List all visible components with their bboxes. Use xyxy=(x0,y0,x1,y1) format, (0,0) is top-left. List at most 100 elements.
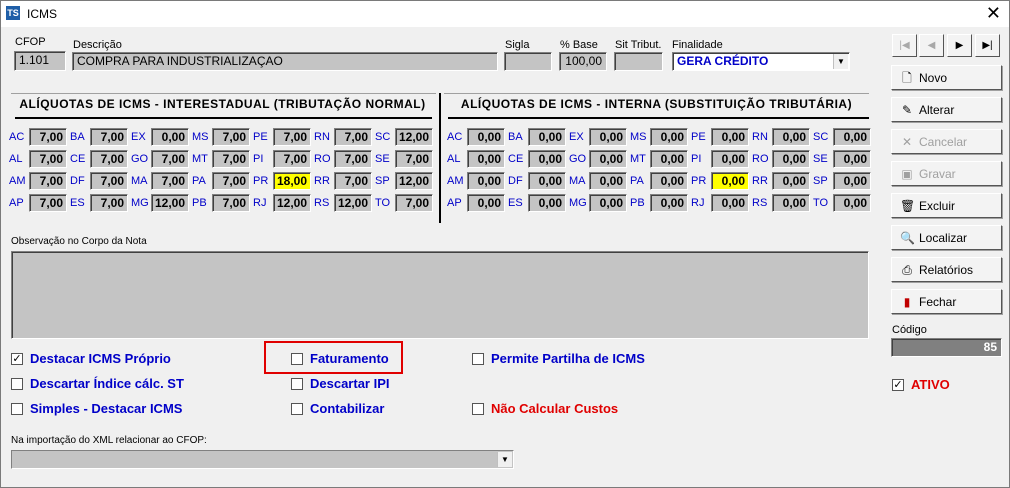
rate-field-pi[interactable]: 7,00 xyxy=(273,150,311,168)
finalidade-select[interactable]: GERA CRÉDITO ▼ xyxy=(672,52,850,71)
rate-field-ba[interactable]: 7,00 xyxy=(90,128,128,146)
alterar-label: Alterar xyxy=(919,102,955,117)
localizar-button[interactable]: 🔍 Localizar xyxy=(891,225,1002,250)
checkbox-icon[interactable] xyxy=(291,402,303,415)
first-record-button[interactable]: |◀ xyxy=(892,34,917,57)
rate-field-ex[interactable]: 0,00 xyxy=(589,128,627,146)
nao-calcular-checkbox[interactable]: Não Calcular Custos xyxy=(472,401,618,416)
rate-field-pa[interactable]: 7,00 xyxy=(212,172,250,190)
rate-field-go[interactable]: 0,00 xyxy=(589,150,627,168)
rate-field-rn[interactable]: 7,00 xyxy=(334,128,372,146)
simples-checkbox[interactable]: Simples - Destacar ICMS xyxy=(11,401,182,416)
rate-field-ba[interactable]: 0,00 xyxy=(528,128,566,146)
excluir-button[interactable]: 🗑 Excluir xyxy=(891,193,1002,218)
rate-field-mt[interactable]: 7,00 xyxy=(212,150,250,168)
ativo-checkbox[interactable]: ✓ ATIVO xyxy=(892,377,950,392)
rate-field-rr[interactable]: 7,00 xyxy=(334,172,372,190)
observacao-field[interactable] xyxy=(11,251,869,339)
rate-field-pr[interactable]: 18,00 xyxy=(273,172,311,190)
checkbox-checked-icon[interactable]: ✓ xyxy=(892,378,904,391)
rate-field-ap[interactable]: 7,00 xyxy=(29,194,67,212)
checkbox-icon[interactable] xyxy=(291,352,303,365)
rate-field-rj[interactable]: 0,00 xyxy=(711,194,749,212)
rate-field-rn[interactable]: 0,00 xyxy=(772,128,810,146)
close-icon[interactable]: ✕ xyxy=(986,3,1001,23)
rate-field-rr[interactable]: 0,00 xyxy=(772,172,810,190)
xml-cfop-select[interactable]: ▼ xyxy=(11,450,514,469)
rate-field-ro[interactable]: 0,00 xyxy=(772,150,810,168)
sit-tribut-field[interactable] xyxy=(614,52,663,71)
rate-field-se[interactable]: 7,00 xyxy=(395,150,433,168)
destacar-icms-checkbox[interactable]: ✓ Destacar ICMS Próprio xyxy=(11,351,171,366)
gravar-button[interactable]: ▣ Gravar xyxy=(891,161,1002,186)
rate-field-es[interactable]: 0,00 xyxy=(528,194,566,212)
rate-field-rs[interactable]: 0,00 xyxy=(772,194,810,212)
rate-field-to[interactable]: 0,00 xyxy=(833,194,871,212)
rate-field-am[interactable]: 7,00 xyxy=(29,172,67,190)
rate-field-ce[interactable]: 7,00 xyxy=(90,150,128,168)
rate-field-sc[interactable]: 12,00 xyxy=(395,128,433,146)
rate-field-to[interactable]: 7,00 xyxy=(395,194,433,212)
rate-field-pb[interactable]: 0,00 xyxy=(650,194,688,212)
rate-field-ms[interactable]: 7,00 xyxy=(212,128,250,146)
faturamento-checkbox[interactable]: Faturamento xyxy=(291,351,389,366)
checkbox-icon[interactable] xyxy=(11,377,23,390)
rate-field-ex[interactable]: 0,00 xyxy=(151,128,189,146)
rate-field-ac[interactable]: 7,00 xyxy=(29,128,67,146)
rate-field-rj[interactable]: 12,00 xyxy=(273,194,311,212)
rate-field-ap[interactable]: 0,00 xyxy=(467,194,505,212)
checkbox-checked-icon[interactable]: ✓ xyxy=(11,352,23,365)
rate-field-mg[interactable]: 12,00 xyxy=(151,194,189,212)
rate-field-ce[interactable]: 0,00 xyxy=(528,150,566,168)
rate-field-al[interactable]: 7,00 xyxy=(29,150,67,168)
rate-field-pe[interactable]: 7,00 xyxy=(273,128,311,146)
alterar-button[interactable]: ✎ Alterar xyxy=(891,97,1002,122)
cfop-field[interactable]: 1.101 xyxy=(14,51,66,71)
rate-field-ma[interactable]: 7,00 xyxy=(151,172,189,190)
next-record-button[interactable]: ▶ xyxy=(947,34,972,57)
chevron-down-icon[interactable]: ▼ xyxy=(497,452,512,467)
rate-field-es[interactable]: 7,00 xyxy=(90,194,128,212)
rate-field-mg[interactable]: 0,00 xyxy=(589,194,627,212)
rate-field-ms[interactable]: 0,00 xyxy=(650,128,688,146)
icms-window: TS ICMS ✕ CFOP 1.101 Descrição COMPRA PA… xyxy=(0,0,1010,488)
checkbox-icon[interactable] xyxy=(11,402,23,415)
rate-field-am[interactable]: 0,00 xyxy=(467,172,505,190)
rate-field-df[interactable]: 7,00 xyxy=(90,172,128,190)
rate-field-sp[interactable]: 12,00 xyxy=(395,172,433,190)
rate-field-rs[interactable]: 12,00 xyxy=(334,194,372,212)
rate-field-go[interactable]: 7,00 xyxy=(151,150,189,168)
rate-field-ro[interactable]: 7,00 xyxy=(334,150,372,168)
rate-field-pe[interactable]: 0,00 xyxy=(711,128,749,146)
prev-record-button[interactable]: ◀ xyxy=(919,34,944,57)
descricao-field[interactable]: COMPRA PARA INDUSTRIALIZAÇAO xyxy=(72,52,498,71)
state-label: AM xyxy=(447,175,464,187)
partilha-checkbox[interactable]: Permite Partilha de ICMS xyxy=(472,351,645,366)
descartar-indice-checkbox[interactable]: Descartar Índice cálc. ST xyxy=(11,376,184,391)
rate-field-se[interactable]: 0,00 xyxy=(833,150,871,168)
fechar-button[interactable]: ▮ Fechar xyxy=(891,289,1002,314)
rate-field-mt[interactable]: 0,00 xyxy=(650,150,688,168)
rate-field-al[interactable]: 0,00 xyxy=(467,150,505,168)
contabilizar-checkbox[interactable]: Contabilizar xyxy=(291,401,384,416)
sigla-field[interactable] xyxy=(504,52,552,71)
rate-field-df[interactable]: 0,00 xyxy=(528,172,566,190)
base-field[interactable]: 100,00 xyxy=(559,52,607,71)
checkbox-icon[interactable] xyxy=(472,352,484,365)
last-record-button[interactable]: ▶| xyxy=(975,34,1000,57)
chevron-down-icon[interactable]: ▼ xyxy=(833,54,848,69)
rate-field-pb[interactable]: 7,00 xyxy=(212,194,250,212)
descartar-ipi-checkbox[interactable]: Descartar IPI xyxy=(291,376,390,391)
relatorios-button[interactable]: ⎙ Relatórios xyxy=(891,257,1002,282)
cancelar-button[interactable]: ✕ Cancelar xyxy=(891,129,1002,154)
checkbox-icon[interactable] xyxy=(291,377,303,390)
rate-field-sp[interactable]: 0,00 xyxy=(833,172,871,190)
rate-field-pa[interactable]: 0,00 xyxy=(650,172,688,190)
rate-field-ac[interactable]: 0,00 xyxy=(467,128,505,146)
novo-button[interactable]: 🗋 Novo xyxy=(891,65,1002,90)
rate-field-ma[interactable]: 0,00 xyxy=(589,172,627,190)
checkbox-icon[interactable] xyxy=(472,402,484,415)
rate-field-pr[interactable]: 0,00 xyxy=(711,172,749,190)
rate-field-sc[interactable]: 0,00 xyxy=(833,128,871,146)
rate-field-pi[interactable]: 0,00 xyxy=(711,150,749,168)
